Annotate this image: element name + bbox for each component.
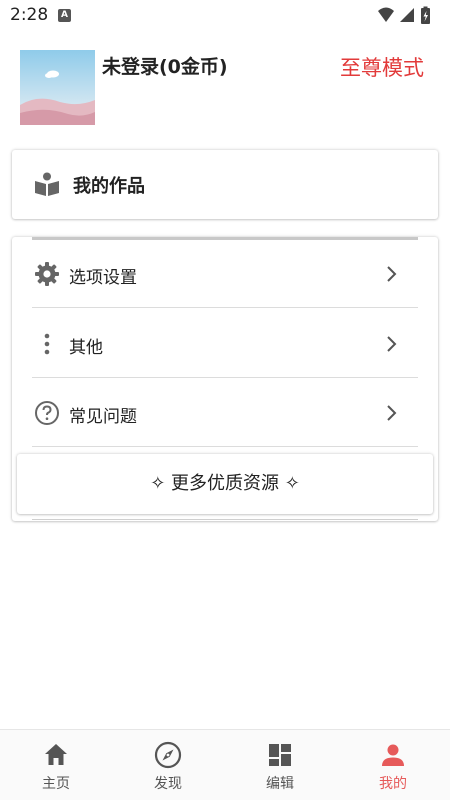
status-icons xyxy=(378,6,430,24)
more-vertical-icon xyxy=(44,333,50,355)
tab-label: 我的 xyxy=(379,776,407,792)
tab-discover[interactable]: 发现 xyxy=(112,730,224,800)
tab-label: 发现 xyxy=(154,776,182,792)
compass-icon xyxy=(154,741,182,769)
person-icon xyxy=(382,744,404,766)
more-resources-button[interactable]: ✧ 更多优质资源 ✧ xyxy=(17,454,433,514)
home-icon xyxy=(45,744,67,765)
book-reader-icon xyxy=(35,172,59,196)
chevron-right-icon xyxy=(387,336,397,352)
my-works-card[interactable]: 我的作品 xyxy=(12,150,438,219)
menu-item-faq[interactable]: 常见问题 xyxy=(32,378,418,447)
tab-label: 编辑 xyxy=(266,776,294,792)
user-name[interactable]: 未登录(0金币) xyxy=(102,52,228,79)
notification-badge-icon: A xyxy=(58,9,71,22)
chevron-right-icon xyxy=(387,405,397,421)
gear-icon xyxy=(35,262,59,286)
dashboard-icon xyxy=(269,744,291,766)
menu-item-label: 选项设置 xyxy=(69,268,137,288)
menu-item-label: 其他 xyxy=(69,338,103,358)
menu-item-other[interactable]: 其他 xyxy=(32,309,418,378)
menu-item-label: 常见问题 xyxy=(69,407,137,427)
avatar[interactable] xyxy=(20,50,95,125)
menu-item-settings[interactable]: 选项设置 xyxy=(32,239,418,308)
bottom-nav: 主页 发现 编辑 我的 xyxy=(0,729,450,800)
profile-header: 未登录(0金币) 至尊模式 xyxy=(0,32,450,142)
tab-mine[interactable]: 我的 xyxy=(337,730,449,800)
wifi-icon xyxy=(378,7,394,22)
premium-mode-link[interactable]: 至尊模式 xyxy=(340,52,424,82)
status-bar: 2:28 A xyxy=(0,0,450,32)
help-circle-icon xyxy=(35,401,59,425)
divider xyxy=(32,519,418,520)
chevron-right-icon xyxy=(387,266,397,282)
avatar-image xyxy=(20,50,95,125)
status-time: 2:28 xyxy=(10,5,49,25)
tab-home[interactable]: 主页 xyxy=(0,730,112,800)
signal-icon xyxy=(400,8,414,22)
my-works-label: 我的作品 xyxy=(73,176,145,197)
battery-charging-icon xyxy=(421,6,430,24)
tab-edit[interactable]: 编辑 xyxy=(224,730,336,800)
menu-card: 选项设置 其他 常见问题 ✧ 更多优质资源 ✧ xyxy=(12,237,438,521)
tab-label: 主页 xyxy=(42,776,70,792)
